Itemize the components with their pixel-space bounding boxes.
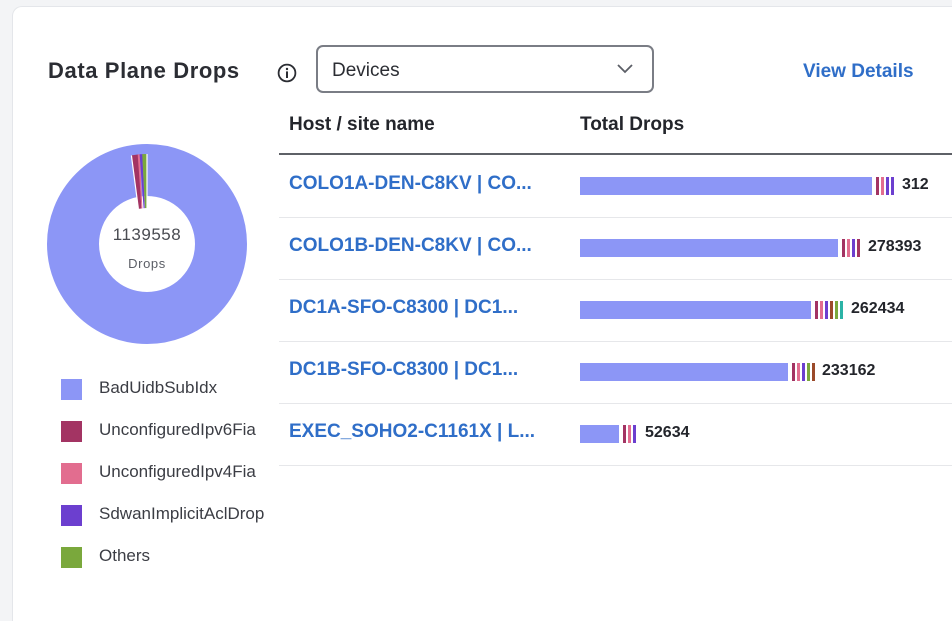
legend-swatch bbox=[61, 463, 82, 484]
drops-bar-segment bbox=[886, 177, 889, 195]
drops-bar-segment bbox=[825, 301, 828, 319]
donut-total: 1139558 bbox=[113, 225, 181, 244]
drops-bar-segment bbox=[835, 301, 838, 319]
column-header-total-drops[interactable]: Total Drops bbox=[580, 114, 684, 136]
total-drops-value: 312 bbox=[902, 176, 929, 193]
legend-label: UnconfiguredIpv4Fia bbox=[99, 462, 256, 481]
chevron-down-icon bbox=[617, 64, 633, 74]
donut-unit: Drops bbox=[128, 256, 166, 271]
column-header-host[interactable]: Host / site name bbox=[289, 114, 435, 136]
legend-swatch bbox=[61, 421, 82, 442]
legend-label: BadUidbSubIdx bbox=[99, 378, 218, 397]
table-row[interactable]: DC1A-SFO-C8300 | DC1... 262434 bbox=[279, 279, 952, 342]
host-link[interactable]: EXEC_SOHO2-C1161X | L... bbox=[289, 421, 535, 443]
legend-label: SdwanImplicitAclDrop bbox=[99, 504, 265, 523]
info-icon[interactable] bbox=[277, 63, 297, 83]
drops-bar-segment bbox=[820, 301, 823, 319]
total-drops-value: 278393 bbox=[868, 238, 922, 255]
drops-bar-segment bbox=[891, 177, 894, 195]
legend-swatch bbox=[61, 547, 82, 568]
drops-bar-segment bbox=[633, 425, 636, 443]
drops-bar[interactable] bbox=[580, 363, 788, 381]
drops-bar[interactable] bbox=[580, 239, 838, 257]
drops-bar-segment bbox=[792, 363, 795, 381]
drops-bar-segment bbox=[807, 363, 810, 381]
drops-bar-segment bbox=[852, 239, 855, 257]
drops-bar[interactable] bbox=[580, 425, 619, 443]
table-row[interactable]: EXEC_SOHO2-C1161X | L... 52634 bbox=[279, 403, 952, 466]
drops-bar-segment bbox=[842, 239, 845, 257]
drops-bar-segment bbox=[797, 363, 800, 381]
drops-bar-segment bbox=[840, 301, 843, 319]
table-row[interactable]: COLO1A-DEN-C8KV | CO... 312 bbox=[279, 155, 952, 218]
legend-label: Others bbox=[99, 546, 151, 565]
drops-bar-segment bbox=[623, 425, 626, 443]
total-drops-value: 262434 bbox=[851, 300, 905, 317]
host-link[interactable]: DC1A-SFO-C8300 | DC1... bbox=[289, 297, 518, 319]
drops-bar-segment bbox=[847, 239, 850, 257]
selected-value: Devices bbox=[332, 60, 400, 81]
host-link[interactable]: DC1B-SFO-C8300 | DC1... bbox=[289, 359, 518, 381]
legend-label: UnconfiguredIpv6Fia bbox=[99, 420, 256, 439]
table-row[interactable]: COLO1B-DEN-C8KV | CO... 278393 bbox=[279, 217, 952, 280]
table-row[interactable]: DC1B-SFO-C8300 | DC1... 233162 bbox=[279, 341, 952, 404]
drops-bar-segment bbox=[812, 363, 815, 381]
drops-bar-segment bbox=[802, 363, 805, 381]
host-link[interactable]: COLO1A-DEN-C8KV | CO... bbox=[289, 173, 532, 195]
drops-bar-segment bbox=[830, 301, 833, 319]
drops-bar[interactable] bbox=[580, 301, 811, 319]
drops-bar-segment bbox=[628, 425, 631, 443]
total-drops-value: 52634 bbox=[645, 424, 690, 441]
drops-bar-segment bbox=[881, 177, 884, 195]
view-details-link[interactable]: View Details bbox=[803, 61, 914, 83]
total-drops-value: 233162 bbox=[822, 362, 876, 379]
legend-swatch bbox=[61, 379, 82, 400]
drops-bar-segment bbox=[857, 239, 860, 257]
panel-title: Data Plane Drops bbox=[48, 58, 240, 83]
drops-bar-segment bbox=[876, 177, 879, 195]
legend-swatch bbox=[61, 505, 82, 526]
drops-bar[interactable] bbox=[580, 177, 872, 195]
drops-donut-chart: 1139558 Drops bbox=[47, 144, 247, 344]
view-selector-dropdown[interactable]: Devices bbox=[316, 45, 654, 93]
data-plane-drops-card: Data Plane Drops Devices View Details 11… bbox=[12, 6, 952, 621]
drops-bar-segment bbox=[815, 301, 818, 319]
host-link[interactable]: COLO1B-DEN-C8KV | CO... bbox=[289, 235, 532, 257]
